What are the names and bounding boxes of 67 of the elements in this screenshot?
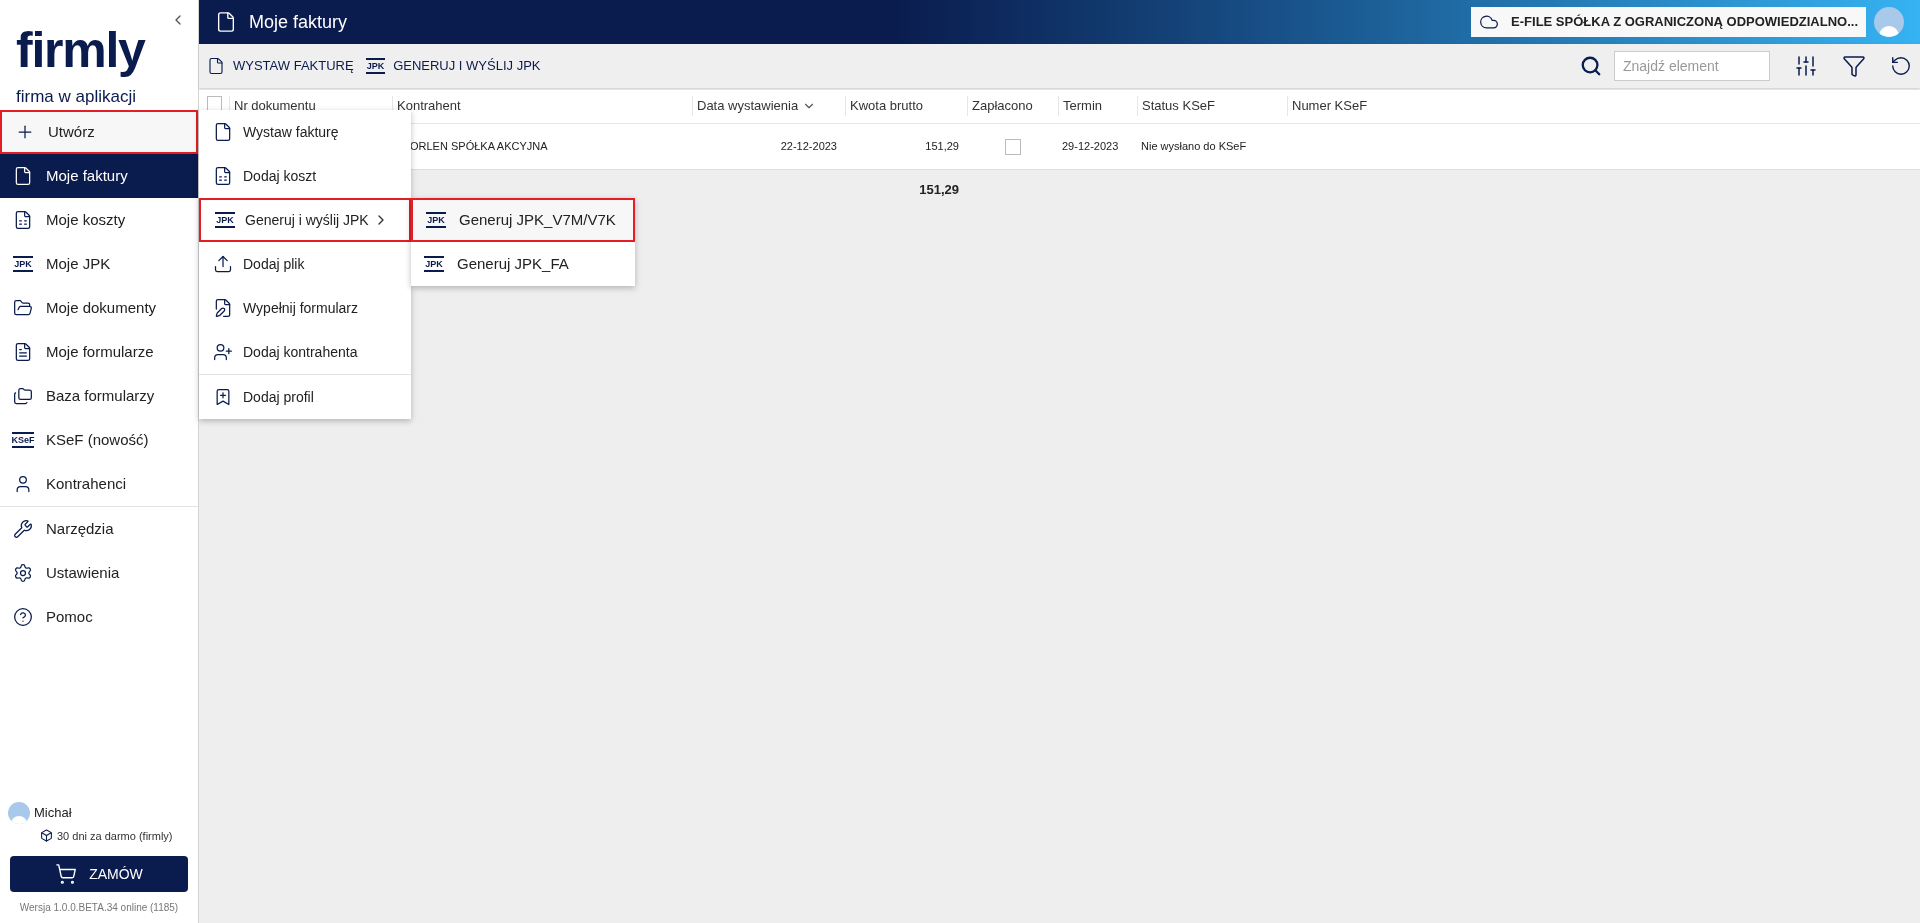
spreadsheet-document-icon	[213, 166, 233, 186]
spreadsheet-document-icon	[13, 210, 33, 230]
table-cell-text: 29-12-2023	[1061, 139, 1120, 155]
column-header[interactable]: Numer KSeF	[1292, 96, 1368, 116]
sliders-icon[interactable]	[1794, 54, 1818, 78]
table-cell-text: ORLEN SPÓŁKA AKCYJNA	[409, 139, 549, 155]
menu-item[interactable]: JPK Generuj JPK_FA	[411, 242, 635, 286]
filter-icon[interactable]	[1842, 54, 1866, 78]
menu-item[interactable]: JPK Generuj JPK_V7M/V7K	[411, 198, 635, 242]
sidebar-item[interactable]: JPK Moje JPK	[0, 242, 198, 286]
sidebar-item[interactable]: Moje formularze	[0, 330, 198, 374]
user-name: Michał	[34, 803, 72, 822]
sidebar-item[interactable]: Narzędzia	[0, 507, 198, 551]
column-header[interactable]: Termin	[1063, 96, 1102, 116]
package-icon	[40, 829, 53, 843]
paid-checkbox[interactable]	[1004, 138, 1021, 155]
add-person-icon	[213, 342, 233, 362]
menu-item[interactable]: Dodaj kontrahenta	[199, 330, 411, 374]
page-title: Moje faktury	[249, 10, 348, 34]
table-cell-text: 151,29	[924, 139, 960, 155]
logo: firmly	[16, 21, 145, 80]
menu-item[interactable]: Wypełnij formularz	[199, 286, 411, 330]
version-label: Wersja 1.0.0.BETA.34 online (1185)	[18, 901, 180, 915]
sidebar-item[interactable]: Ustawienia	[0, 551, 198, 595]
sidebar-item[interactable]: Moje dokumenty	[0, 286, 198, 330]
menu-item[interactable]: Dodaj koszt	[199, 154, 411, 198]
sidebar-item[interactable]: Baza formularzy	[0, 374, 198, 418]
sidebar-item[interactable]: Pomoc	[0, 595, 198, 639]
menu-item[interactable]: JPK Generuj i wyślij JPK	[199, 198, 411, 242]
upload-icon	[213, 254, 233, 274]
avatar	[8, 801, 30, 824]
search-field[interactable]: Znajdź element	[1614, 51, 1770, 81]
plan-label: 30 dni za darmo (firmly)	[57, 828, 173, 844]
menu-item[interactable]: Dodaj plik	[199, 242, 411, 286]
table-cell-text: Nie wysłano do KSeF	[1140, 139, 1248, 155]
document-icon	[215, 11, 237, 33]
total-amount: 151,29	[918, 181, 960, 200]
order-button[interactable]: ZAMÓW	[10, 856, 188, 892]
folders-icon	[13, 386, 33, 406]
avatar[interactable]	[1874, 7, 1904, 37]
toolbar-button[interactable]: JPK GENERUJ I WYŚLIJ JPK	[365, 56, 541, 76]
wrench-icon	[13, 519, 33, 539]
document-icon	[13, 166, 33, 186]
document-icon	[213, 122, 233, 142]
toolbar-button[interactable]: WYSTAW FAKTURĘ	[207, 56, 354, 76]
sidebar-item[interactable]: Moje koszty	[0, 198, 198, 242]
document-icon	[207, 57, 225, 75]
logo-tagline: firma w aplikacji	[16, 86, 137, 108]
column-header[interactable]: Status KSeF	[1142, 96, 1215, 116]
menu-item[interactable]: Dodaj profil	[199, 375, 411, 419]
column-header[interactable]: Data wystawienia	[697, 96, 817, 116]
settings-icon	[13, 563, 33, 583]
column-header[interactable]: Zapłacono	[972, 96, 1033, 116]
search-icon[interactable]	[1580, 55, 1602, 77]
form-icon	[13, 342, 33, 362]
table-cell-text: 22-12-2023	[779, 139, 838, 155]
document-pen-icon	[213, 298, 233, 318]
sidebar-item[interactable]: Kontrahenci	[0, 462, 198, 506]
help-icon	[13, 607, 33, 627]
cart-icon	[55, 863, 78, 885]
sidebar-item[interactable]: Utwórz	[0, 110, 198, 154]
sidebar-item[interactable]: KSeF KSeF (nowość)	[0, 418, 198, 462]
sidebar-item[interactable]: Moje faktury	[0, 154, 198, 198]
folder-icon	[13, 298, 33, 318]
company-selector[interactable]: E-FILE SPÓŁKA Z OGRANICZONĄ ODPOWIEDZIALNO...	[1471, 7, 1866, 37]
refresh-icon[interactable]	[1890, 55, 1912, 77]
column-header[interactable]: Kwota brutto	[850, 96, 923, 116]
